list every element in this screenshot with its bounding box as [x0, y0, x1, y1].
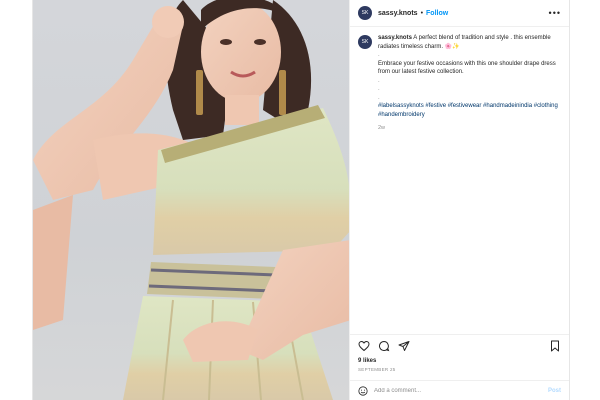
heart-icon[interactable]	[358, 340, 370, 352]
username-link[interactable]: sassy.knots	[378, 10, 418, 17]
separator-dot: •	[420, 9, 424, 17]
hashtags[interactable]: #labelsassyknots #festive #festivewear #…	[378, 102, 561, 119]
caption-avatar[interactable]: SK	[358, 35, 372, 49]
caption-area: SK sassy.knots A perfect blend of tradit…	[350, 27, 569, 334]
follow-button[interactable]: Follow	[426, 10, 448, 17]
caption-text: sassy.knots A perfect blend of tradition…	[378, 34, 561, 133]
paper-plane-icon[interactable]	[398, 340, 410, 352]
comment-bubble-icon[interactable]	[378, 340, 390, 352]
instagram-post: SK sassy.knots • Follow ••• SK sassy.kno…	[32, 0, 570, 400]
caption-username[interactable]: sassy.knots	[378, 35, 412, 41]
post-age: 2w	[378, 125, 386, 131]
post-sidebar: SK sassy.knots • Follow ••• SK sassy.kno…	[349, 0, 569, 400]
caption-separator: .	[378, 52, 380, 58]
post-header: SK sassy.knots • Follow •••	[350, 0, 569, 27]
post-image[interactable]	[33, 0, 349, 400]
caption-separator: .	[378, 94, 380, 101]
comment-bar: Post	[350, 380, 569, 400]
model-photo	[33, 0, 349, 400]
post-comment-button[interactable]: Post	[548, 388, 561, 394]
caption-line-2: Embrace your festive occasions with this…	[378, 60, 556, 76]
avatar[interactable]: SK	[358, 6, 372, 20]
action-bar	[350, 334, 569, 356]
likes-count[interactable]: 9 likes	[350, 356, 569, 364]
emoji-smiley-icon[interactable]	[358, 385, 368, 396]
caption-separator: .	[378, 86, 380, 92]
post-date: SEPTEMBER 25	[358, 367, 396, 372]
caption-separator: .	[378, 77, 380, 84]
bookmark-icon[interactable]	[549, 340, 561, 352]
comment-input[interactable]	[374, 387, 548, 394]
more-horizontal-icon[interactable]: •••	[549, 8, 561, 18]
